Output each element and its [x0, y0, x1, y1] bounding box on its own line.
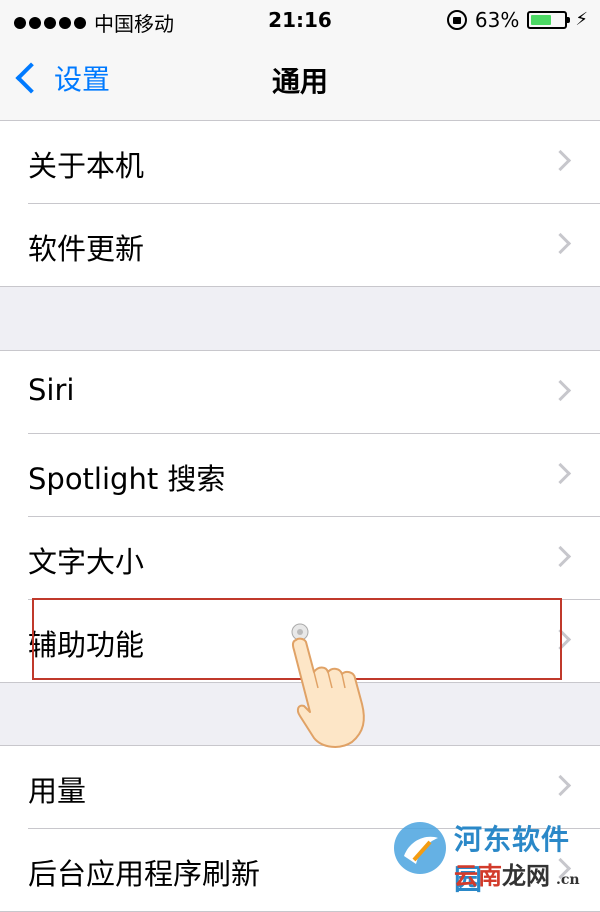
- page-title: 通用: [271, 65, 328, 98]
- settings-group-2: Siri Spotlight 搜索 文字大小 辅助功能: [0, 350, 600, 683]
- list-item-label: 关于本机: [28, 149, 145, 183]
- chevron-right-icon: [549, 232, 572, 255]
- chevron-right-icon: [549, 628, 572, 651]
- battery-icon: [527, 11, 571, 29]
- list-item-label: Spotlight 搜索: [28, 462, 226, 496]
- list-item-software-update[interactable]: 软件更新: [28, 204, 600, 286]
- list-item-label: 用量: [28, 774, 87, 808]
- list-item-background-refresh[interactable]: 后台应用程序刷新: [28, 829, 600, 911]
- list-item-label: Siri: [28, 373, 75, 407]
- list-item-accessibility[interactable]: 辅助功能: [28, 600, 600, 682]
- list-item-label: 软件更新: [28, 232, 145, 266]
- list-item-spotlight[interactable]: Spotlight 搜索: [28, 434, 600, 517]
- status-bar: 中国移动 21:16 63% ⚡: [0, 0, 600, 40]
- list-item-siri[interactable]: Siri: [28, 351, 600, 434]
- chevron-right-icon: [549, 379, 572, 402]
- battery-percent: 63%: [474, 8, 520, 32]
- chevron-right-icon: [549, 774, 572, 797]
- chevron-right-icon: [549, 857, 572, 880]
- list-item-about[interactable]: 关于本机: [28, 121, 600, 204]
- chevron-right-icon: [549, 462, 572, 485]
- list-item-usage[interactable]: 用量: [28, 746, 600, 829]
- navigation-bar: 设置 通用: [0, 40, 600, 121]
- settings-group-1: 关于本机 软件更新: [0, 120, 600, 287]
- battery-level-fill: [531, 15, 552, 25]
- list-item-label: 后台应用程序刷新: [28, 857, 261, 891]
- chevron-right-icon: [549, 545, 572, 568]
- status-right: 63% ⚡: [446, 8, 588, 32]
- chevron-right-icon: [549, 149, 572, 172]
- list-item-label: 辅助功能: [28, 628, 145, 662]
- list-item-label: 文字大小: [28, 545, 145, 579]
- list-item-text-size[interactable]: 文字大小: [28, 517, 600, 600]
- charging-icon: ⚡: [575, 9, 588, 30]
- settings-group-3: 用量 后台应用程序刷新: [0, 745, 600, 912]
- orientation-lock-icon: [446, 10, 467, 30]
